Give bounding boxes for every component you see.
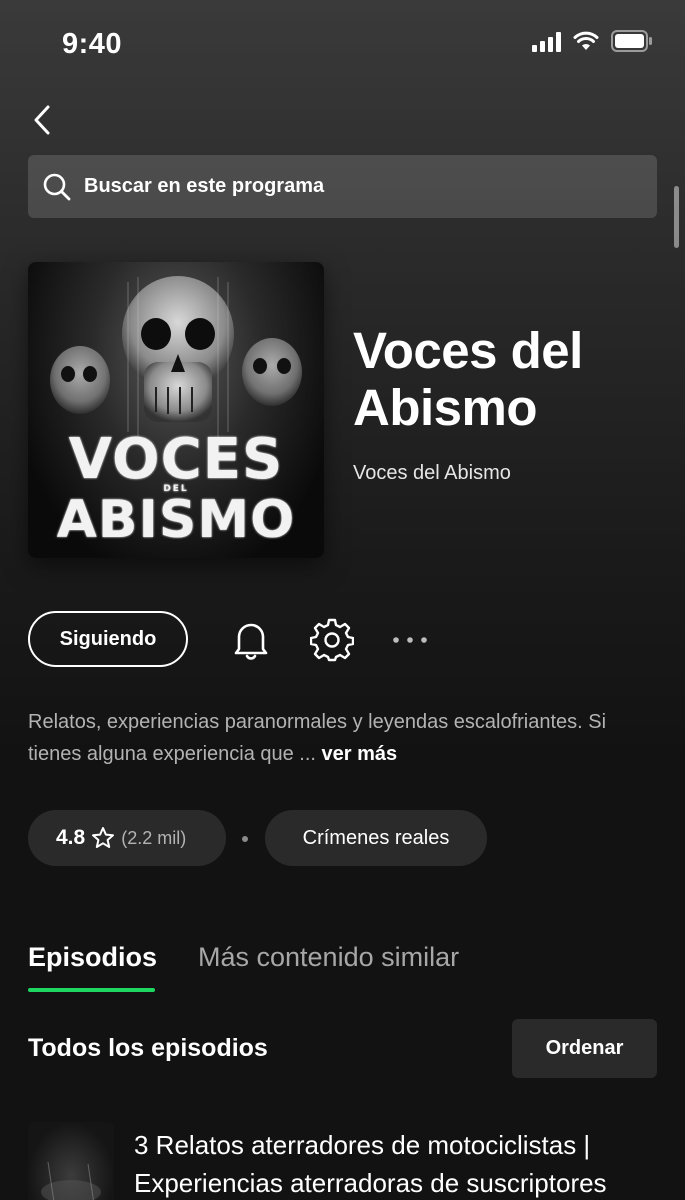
status-icons xyxy=(532,30,653,52)
back-button[interactable] xyxy=(22,98,62,142)
show-author[interactable]: Voces del Abismo xyxy=(353,462,511,485)
cellular-signal-icon xyxy=(532,30,561,52)
battery-icon xyxy=(611,30,652,52)
gear-icon xyxy=(310,618,354,662)
notifications-button[interactable] xyxy=(229,618,273,662)
episode-thumbnail[interactable] xyxy=(28,1122,114,1200)
more-horizontal-icon xyxy=(393,637,427,643)
sort-button[interactable]: Ordenar xyxy=(512,1019,657,1078)
genre-tag[interactable]: Crímenes reales xyxy=(265,810,487,866)
settings-button[interactable] xyxy=(310,618,354,662)
rating-badge[interactable]: 4.8 (2.2 mil) xyxy=(28,810,226,866)
separator-dot xyxy=(242,836,248,842)
rating-value: 4.8 xyxy=(56,826,86,849)
podcast-cover-art: VOCES DEL ABISMO xyxy=(28,262,324,558)
status-time: 9:40 xyxy=(62,28,123,60)
chevron-left-icon xyxy=(34,105,50,135)
podcast-show-screen: 9:40 Buscar en este programa VOCES DEL A… xyxy=(0,0,685,1200)
star-icon xyxy=(92,827,115,848)
episode-artwork xyxy=(41,1161,101,1200)
search-icon xyxy=(42,172,72,202)
episode-title[interactable]: 3 Relatos aterradores de motociclistas |… xyxy=(134,1126,664,1200)
wifi-icon xyxy=(573,31,599,50)
tab-similar-content[interactable]: Más contenido similar xyxy=(198,942,459,973)
search-input[interactable]: Buscar en este programa xyxy=(28,155,657,218)
status-bar: 9:40 xyxy=(0,0,685,90)
bell-icon xyxy=(234,623,268,660)
scrollbar[interactable] xyxy=(674,186,679,248)
rating-count: (2.2 mil) xyxy=(121,827,187,848)
more-options-button[interactable] xyxy=(388,618,432,662)
description-text: Relatos, experiencias paranormales y ley… xyxy=(28,711,607,765)
show-description: Relatos, experiencias paranormales y ley… xyxy=(28,706,648,770)
cover-title-top: VOCES xyxy=(68,427,284,492)
show-title: Voces del Abismo xyxy=(353,322,583,436)
tab-episodes[interactable]: Episodios xyxy=(28,942,157,973)
following-button[interactable]: Siguiendo xyxy=(28,611,188,667)
see-more-link[interactable]: ver más xyxy=(322,743,398,765)
active-tab-indicator xyxy=(28,988,155,992)
cover-title-bottom: ABISMO xyxy=(56,490,296,550)
section-title: Todos los episodios xyxy=(28,1034,268,1062)
search-placeholder: Buscar en este programa xyxy=(84,175,325,197)
